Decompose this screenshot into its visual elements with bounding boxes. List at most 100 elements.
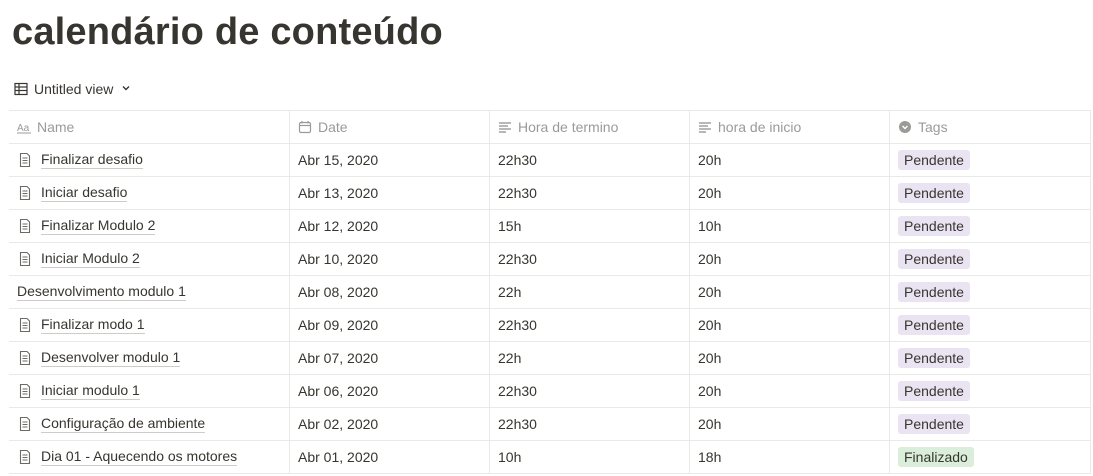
page-link[interactable]: Desenvolver modulo 1 <box>17 349 181 367</box>
page-link[interactable]: Iniciar modulo 1 <box>17 382 140 400</box>
cell-end-time[interactable]: 22h30 <box>490 243 690 275</box>
cell-date[interactable]: Abr 06, 2020 <box>290 375 490 407</box>
cell-date[interactable]: Abr 02, 2020 <box>290 408 490 440</box>
cell-start-time[interactable]: 20h <box>690 342 890 374</box>
row-title[interactable]: Iniciar modulo 1 <box>41 382 140 400</box>
cell-start-time[interactable]: 20h <box>690 276 890 308</box>
view-switcher[interactable]: Untitled view <box>14 78 131 100</box>
cell-end-time-value: 22h30 <box>498 416 537 432</box>
cell-tags[interactable]: Pendente <box>890 276 1091 308</box>
cell-tags[interactable]: Pendente <box>890 309 1091 341</box>
cell-name[interactable]: Dia 01 - Aquecendo os motores <box>9 441 290 473</box>
cell-tags[interactable]: Pendente <box>890 210 1091 242</box>
table-row[interactable]: Iniciar modulo 1 Abr 06, 2020 22h30 20h Pend… <box>9 374 1091 407</box>
cell-end-time[interactable]: 22h <box>490 342 690 374</box>
page-link[interactable]: Finalizar desafio <box>17 151 143 169</box>
page-link[interactable]: Finalizar modo 1 <box>17 316 145 334</box>
cell-date[interactable]: Abr 15, 2020 <box>290 144 490 176</box>
cell-end-time[interactable]: 22h30 <box>490 309 690 341</box>
document-icon <box>17 416 33 432</box>
cell-end-time[interactable]: 22h30 <box>490 177 690 209</box>
cell-end-time-value: 22h <box>498 350 522 366</box>
cell-date[interactable]: Abr 08, 2020 <box>290 276 490 308</box>
row-title[interactable]: Finalizar Modulo 2 <box>41 217 156 235</box>
cell-date[interactable]: Abr 09, 2020 <box>290 309 490 341</box>
page-link[interactable]: Iniciar desafio <box>17 184 128 202</box>
cell-date[interactable]: Abr 12, 2020 <box>290 210 490 242</box>
text-lines-icon <box>698 120 712 134</box>
cell-end-time[interactable]: 22h30 <box>490 144 690 176</box>
cell-start-time[interactable]: 20h <box>690 408 890 440</box>
cell-name[interactable]: Finalizar Modulo 2 <box>9 210 290 242</box>
database-table: Aa Name Date Hora de termino hora de inicio T… <box>9 110 1091 474</box>
cell-start-time[interactable]: 20h <box>690 177 890 209</box>
page-link[interactable]: Configuração de ambiente <box>17 415 206 433</box>
cell-name[interactable]: Finalizar desafio <box>9 144 290 176</box>
row-title[interactable]: Desenvolver modulo 1 <box>41 349 181 367</box>
cell-end-time[interactable]: 22h30 <box>490 375 690 407</box>
table-row[interactable]: Dia 01 - Aquecendo os motores Abr 01, 202… <box>9 440 1091 474</box>
cell-tags[interactable]: Pendente <box>890 177 1091 209</box>
cell-name[interactable]: Iniciar modulo 1 <box>9 375 290 407</box>
table-row[interactable]: Finalizar Modulo 2 Abr 12, 2020 15h 10h Pend… <box>9 209 1091 242</box>
row-title[interactable]: Configuração de ambiente <box>41 415 206 433</box>
table-row[interactable]: Desenvolver modulo 1 Abr 07, 2020 22h 20h Pe… <box>9 341 1091 374</box>
row-title[interactable]: Desenvolvimento modulo 1 <box>17 283 186 301</box>
table-row[interactable]: Configuração de ambiente Abr 02, 2020 22h3… <box>9 407 1091 440</box>
cell-end-time[interactable]: 15h <box>490 210 690 242</box>
column-header-end[interactable]: Hora de termino <box>490 111 690 143</box>
table-row[interactable]: Iniciar desafio Abr 13, 2020 22h30 20h Pende… <box>9 176 1091 209</box>
table-row[interactable]: Desenvolvimento modulo 1 Abr 08, 2020 22h 2… <box>9 275 1091 308</box>
status-tag: Pendente <box>898 414 970 434</box>
cell-start-time[interactable]: 20h <box>690 375 890 407</box>
cell-name[interactable]: Desenvolver modulo 1 <box>9 342 290 374</box>
cell-start-time[interactable]: 20h <box>690 144 890 176</box>
column-header-name[interactable]: Aa Name <box>9 111 290 143</box>
table-row[interactable]: Finalizar desafio Abr 15, 2020 22h30 20h Pen… <box>9 143 1091 176</box>
page-link[interactable]: Desenvolvimento modulo 1 <box>17 283 186 301</box>
cell-start-time[interactable]: 20h <box>690 243 890 275</box>
chevron-down-icon <box>121 83 131 96</box>
column-header-tags[interactable]: Tags <box>890 111 1091 143</box>
cell-date[interactable]: Abr 13, 2020 <box>290 177 490 209</box>
cell-end-time-value: 22h30 <box>498 152 537 168</box>
cell-tags[interactable]: Pendente <box>890 408 1091 440</box>
calendar-icon <box>298 120 312 134</box>
cell-date[interactable]: Abr 01, 2020 <box>290 441 490 473</box>
cell-end-time[interactable]: 22h <box>490 276 690 308</box>
cell-end-time[interactable]: 10h <box>490 441 690 473</box>
page-link[interactable]: Iniciar Modulo 2 <box>17 250 140 268</box>
cell-date[interactable]: Abr 10, 2020 <box>290 243 490 275</box>
cell-start-time[interactable]: 20h <box>690 309 890 341</box>
cell-name[interactable]: Desenvolvimento modulo 1 <box>9 276 290 308</box>
table-row[interactable]: Iniciar Modulo 2 Abr 10, 2020 22h30 20h Pend… <box>9 242 1091 275</box>
document-icon <box>17 218 33 234</box>
cell-end-time-value: 22h30 <box>498 383 537 399</box>
cell-start-time[interactable]: 18h <box>690 441 890 473</box>
column-header-start[interactable]: hora de inicio <box>690 111 890 143</box>
row-title[interactable]: Finalizar modo 1 <box>41 316 145 334</box>
cell-tags[interactable]: Finalizado <box>890 441 1091 473</box>
cell-tags[interactable]: Pendente <box>890 342 1091 374</box>
cell-end-time-value: 22h30 <box>498 185 537 201</box>
row-title[interactable]: Iniciar Modulo 2 <box>41 250 140 268</box>
row-title[interactable]: Finalizar desafio <box>41 151 143 169</box>
column-header-date[interactable]: Date <box>290 111 490 143</box>
table-row[interactable]: Finalizar modo 1 Abr 09, 2020 22h30 20h Pend… <box>9 308 1091 341</box>
cell-tags[interactable]: Pendente <box>890 375 1091 407</box>
cell-end-time[interactable]: 22h30 <box>490 408 690 440</box>
cell-tags[interactable]: Pendente <box>890 243 1091 275</box>
cell-tags[interactable]: Pendente <box>890 144 1091 176</box>
page-link[interactable]: Dia 01 - Aquecendo os motores <box>17 448 238 466</box>
page-link[interactable]: Finalizar Modulo 2 <box>17 217 156 235</box>
cell-start-time[interactable]: 10h <box>690 210 890 242</box>
cell-start-time-value: 20h <box>698 152 722 168</box>
row-title[interactable]: Dia 01 - Aquecendo os motores <box>41 448 238 466</box>
cell-date[interactable]: Abr 07, 2020 <box>290 342 490 374</box>
cell-name[interactable]: Configuração de ambiente <box>9 408 290 440</box>
cell-name[interactable]: Iniciar desafio <box>9 177 290 209</box>
row-title[interactable]: Iniciar desafio <box>41 184 128 202</box>
cell-name[interactable]: Iniciar Modulo 2 <box>9 243 290 275</box>
cell-start-time-value: 20h <box>698 185 722 201</box>
cell-name[interactable]: Finalizar modo 1 <box>9 309 290 341</box>
